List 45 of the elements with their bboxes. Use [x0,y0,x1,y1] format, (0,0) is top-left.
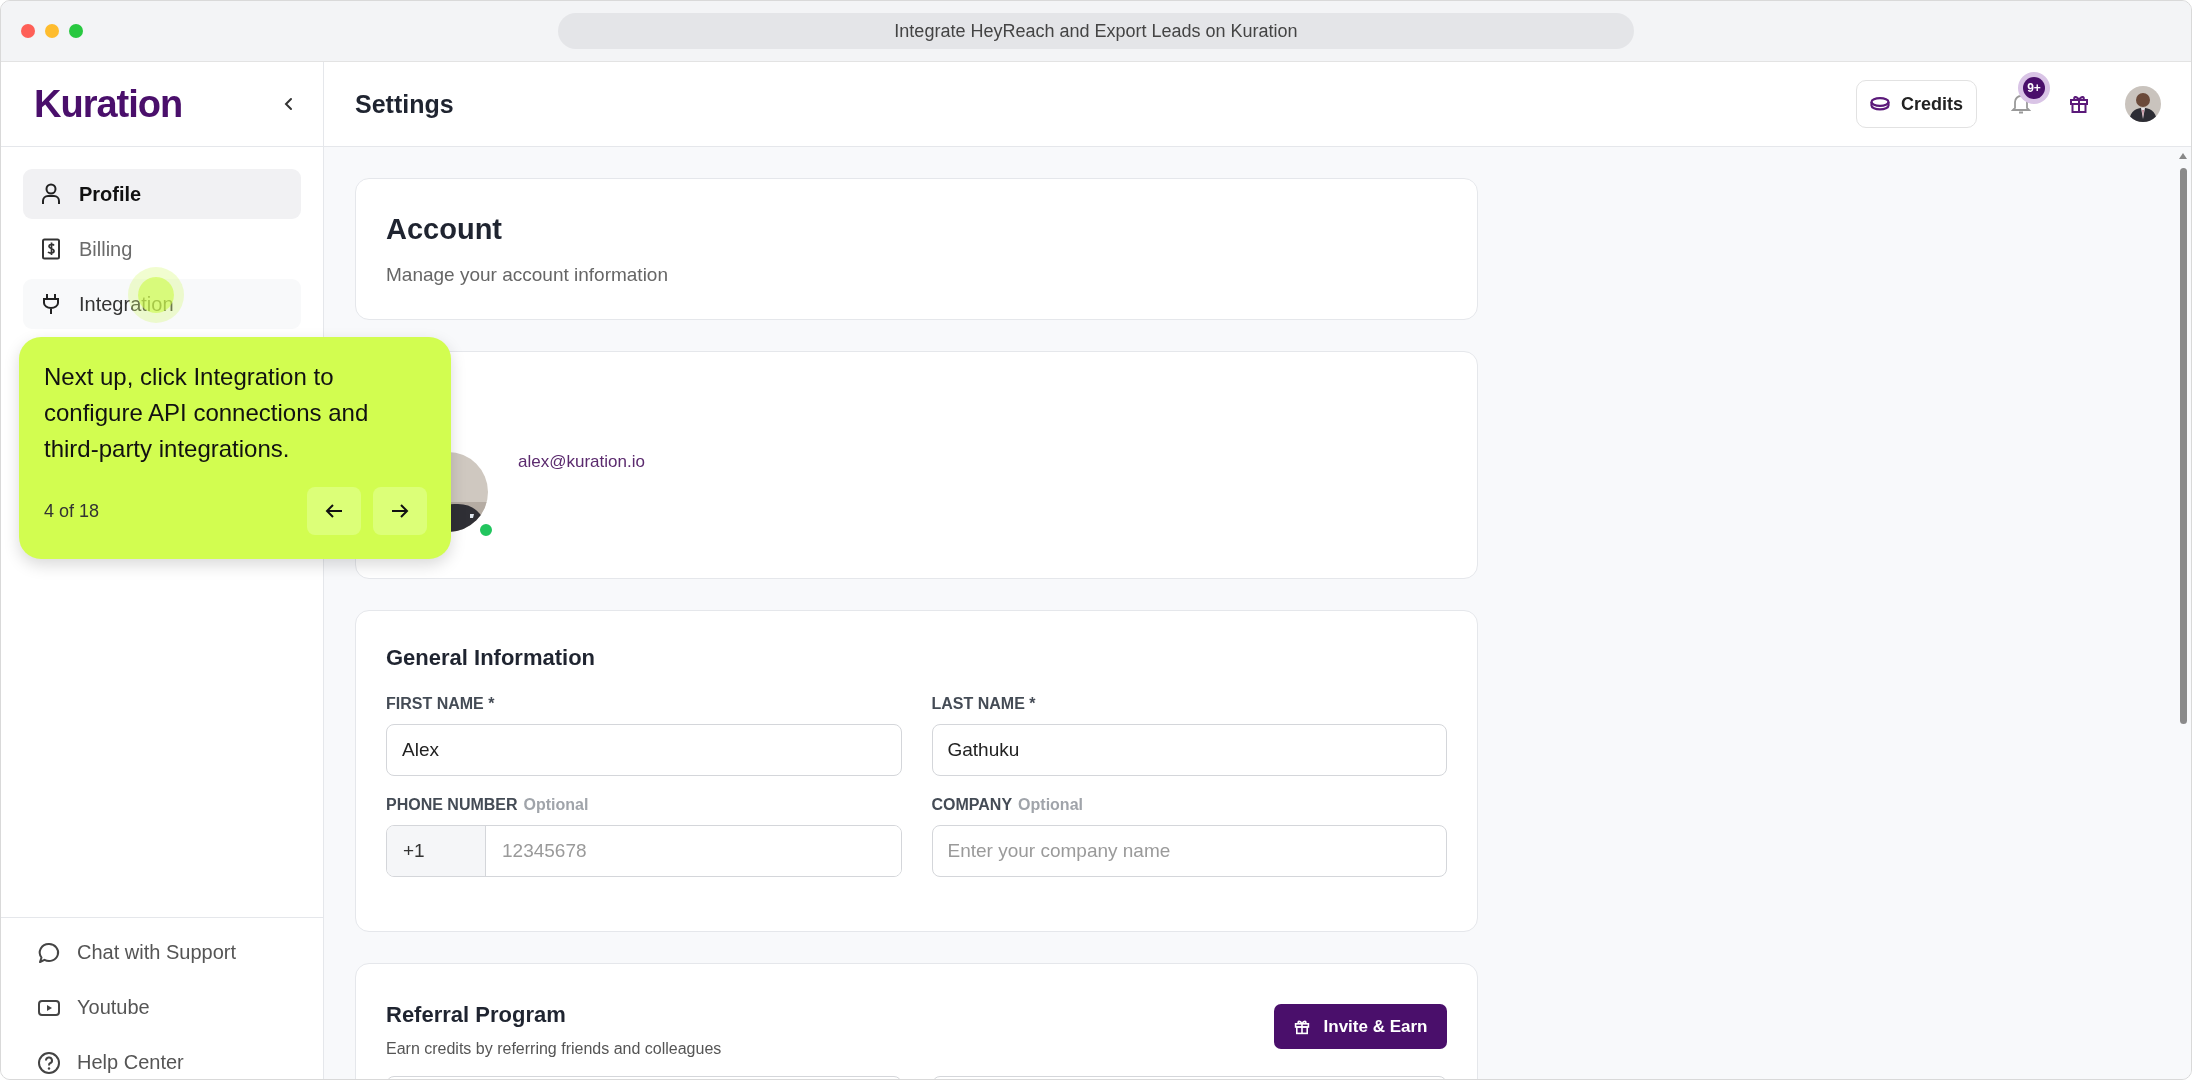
section-title: Account [386,213,503,246]
section-title: General Information [386,645,597,671]
dollar-bill-icon [41,238,61,260]
sidebar-item[interactable]: Profile [23,169,301,219]
field-label: FIRST NAME * [386,695,495,713]
help-icon [37,1050,61,1075]
kuration-logo[interactable]: Kuration [34,82,183,126]
plug-icon [41,293,61,315]
close-window-icon[interactable] [21,24,35,38]
gift-icon [1293,1018,1310,1035]
field-label: LAST NAME * [931,695,1036,713]
next-button[interactable] [373,487,427,535]
coin-icon [1870,97,1890,111]
step-counter: 4 of 18 [44,500,100,522]
collapse-icon[interactable] [283,96,295,112]
section-subtitle: Manage your account information [386,264,669,286]
input-field[interactable]: Gathuku [931,724,1447,776]
sidebar-link[interactable]: Chat with Support [37,936,287,969]
sidebar-link[interactable]: Youtube [37,991,287,1024]
previous-button[interactable] [307,487,361,535]
window-title: Integrate HeyReach and Export Leads on Kuration [558,13,1634,49]
input-field[interactable]: Enter your company name [931,825,1447,877]
gift-icon[interactable] [2069,94,2089,114]
credits-button[interactable]: Credits [1856,80,1977,128]
right-arrow-icon [391,503,409,519]
chat-bubble-icon [37,940,61,965]
scroll-up-icon[interactable] [2178,152,2188,160]
optional-tag: Optional [1018,796,1083,814]
left-arrow-icon [325,503,343,519]
field-label: PHONE NUMBER [386,796,518,814]
page-title: Settings [355,89,454,119]
bell-icon[interactable] [2011,93,2031,115]
section-title: Referral Program [386,1002,567,1028]
country-code[interactable]: +1 [387,826,486,876]
section-subtitle: Earn credits by referring friends and colleagues [386,1040,722,1058]
sidebar-link[interactable]: Help Center [37,1046,287,1079]
email-text: alex@kuration.io [518,452,645,472]
invite-button[interactable]: Invite & Earn [1274,1004,1447,1049]
sidebar-item[interactable]: Billing [23,224,301,274]
field-label: COMPANY [931,796,1013,814]
phone-field[interactable]: +1 12345678 [386,825,902,877]
tooltip-text: Next up, click Integration to configure API connections and third-party integrations. [44,362,370,464]
input-field[interactable]: Alex [386,724,902,776]
person-icon [41,183,61,205]
optional-tag: Optional [523,796,589,814]
